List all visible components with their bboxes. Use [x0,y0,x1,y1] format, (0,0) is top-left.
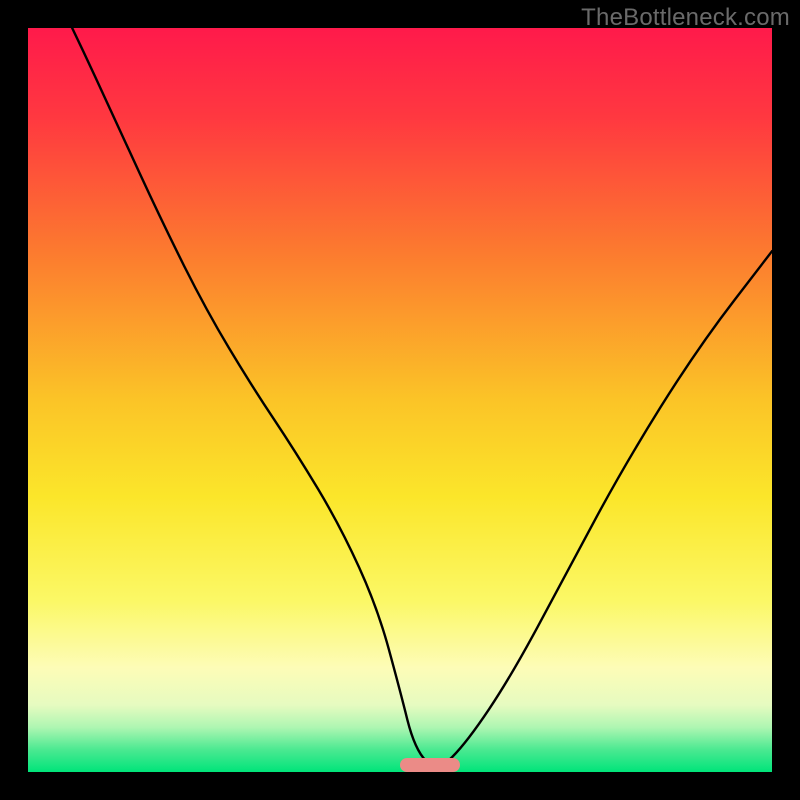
watermark-text: TheBottleneck.com [581,4,790,32]
chart-frame: TheBottleneck.com [0,0,800,800]
curve-path [28,28,772,766]
plot-area [28,28,772,772]
bottleneck-curve-plot [28,28,772,772]
optimal-range-marker [400,758,460,772]
